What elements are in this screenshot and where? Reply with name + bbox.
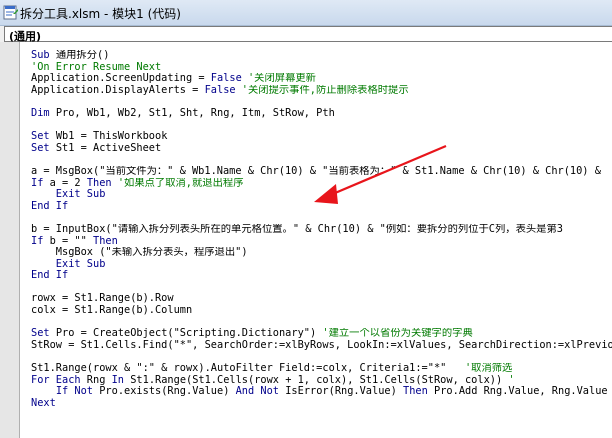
code-token: Application.DisplayAlerts = <box>31 84 205 96</box>
code-keyword: If <box>31 235 50 247</box>
code-keyword: Exit Sub <box>31 258 106 270</box>
code-keyword: False <box>210 73 242 85</box>
code-line[interactable]: StRow = St1.Cells.Find("*", SearchOrder:… <box>31 340 612 352</box>
code-line[interactable]: colx = St1.Range(b).Column <box>31 305 612 317</box>
code-keyword: Set <box>31 328 56 340</box>
code-text[interactable]: Sub 通用拆分() 'On Error Resume Next Applicati… <box>31 50 612 438</box>
code-comment: 'On Error Resume Next <box>31 61 162 73</box>
code-line[interactable]: Set St1 = ActiveSheet <box>31 143 612 155</box>
code-line[interactable] <box>31 351 612 363</box>
code-line[interactable]: 'On Error Resume Next <box>31 62 612 74</box>
code-token: St1 = ActiveSheet <box>55 142 162 154</box>
code-line[interactable]: Exit Sub <box>31 189 612 201</box>
code-token: MsgBox ("未输入拆分表头，程序退出") <box>31 247 248 259</box>
code-token: b = "" <box>49 235 94 247</box>
code-line[interactable]: If Not Pro.exists(Rng.Value) And Not IsE… <box>31 386 612 398</box>
code-comment: '关闭屏幕更新 <box>241 73 316 85</box>
code-line[interactable]: Application.DisplayAlerts = False '关闭提示事… <box>31 85 612 97</box>
code-line[interactable] <box>31 154 612 166</box>
code-comment: '关闭提示事件,防止删除表格时提示 <box>235 84 409 96</box>
code-line[interactable]: MsgBox ("未输入拆分表头，程序退出") <box>31 247 612 259</box>
code-line[interactable]: Dim Pro, Wb1, Wb2, St1, Sht, Rng, Itm, S… <box>31 108 612 120</box>
code-keyword: End If <box>31 200 69 212</box>
code-token: Wb1 = ThisWorkbook <box>55 131 168 143</box>
code-comment: '判 <box>608 386 612 397</box>
code-line[interactable]: End If <box>31 201 612 213</box>
code-line[interactable]: End If <box>31 270 612 282</box>
code-token: b = InputBox("请输入拆分列表头所在的单元格位置。" & Chr(1… <box>31 223 563 235</box>
code-keyword: Dim <box>31 107 56 119</box>
code-line[interactable]: Application.ScreenUpdating = False '关闭屏幕… <box>31 73 612 85</box>
code-line[interactable]: rowx = St1.Range(b).Row <box>31 293 612 305</box>
code-token: St1.Range(St1.Cells(rowx + 1, colx), St1… <box>130 374 503 386</box>
code-line[interactable]: If a = 2 Then '如果点了取消,就退出程序 <box>31 178 612 190</box>
code-line[interactable]: Sub 通用拆分() <box>31 50 612 62</box>
code-keyword: Next <box>31 397 56 409</box>
code-line[interactable]: Exit Sub <box>31 259 612 271</box>
code-token: rowx = St1.Range(b).Row <box>31 293 174 305</box>
code-keyword: Set <box>31 142 56 154</box>
code-keyword: If Not <box>55 386 100 398</box>
code-line[interactable]: Set Wb1 = ThisWorkbook <box>31 131 612 143</box>
code-comment: '取消筛选 <box>458 363 513 375</box>
code-comment: '建立一个以省份为关键字的字典 <box>316 328 473 340</box>
code-token: St1.Range(rowx & ":" & rowx).AutoFilter … <box>31 363 459 375</box>
vba-module-icon <box>3 5 18 20</box>
code-token: Rng <box>86 374 112 386</box>
code-keyword: Then <box>403 386 435 398</box>
margin-indicator-bar[interactable] <box>0 42 20 438</box>
code-line[interactable]: If b = "" Then <box>31 236 612 248</box>
code-keyword: Exit Sub <box>31 189 106 201</box>
code-keyword: And Not <box>235 386 286 398</box>
code-comment: '如果点了取消,就退出程序 <box>111 177 244 189</box>
code-token: Application.ScreenUpdating = <box>31 73 211 85</box>
code-token: Pro.Add Rng.Value, Rng.Value <box>434 386 608 398</box>
code-line[interactable]: Set Pro = CreateObject("Scripting.Dictio… <box>31 328 612 340</box>
object-combo[interactable]: (通用) <box>4 26 612 43</box>
code-line[interactable] <box>31 120 612 132</box>
code-line[interactable] <box>31 96 612 108</box>
code-token: Pro, Wb1, Wb2, St1, Sht, Rng, Itm, StRow… <box>55 107 335 119</box>
code-line[interactable]: a = MsgBox("当前文件为：" & Wb1.Name & Chr(10)… <box>31 166 612 178</box>
code-token: a = MsgBox("当前文件为：" & Wb1.Name & Chr(10)… <box>31 165 601 177</box>
code-line[interactable]: b = InputBox("请输入拆分列表头所在的单元格位置。" & Chr(1… <box>31 224 612 236</box>
code-line[interactable] <box>31 282 612 294</box>
code-token: Pro.exists(Rng.Value) <box>99 386 236 398</box>
code-keyword: If <box>31 177 50 189</box>
code-comment: ' <box>502 374 515 386</box>
code-keyword: Then <box>86 177 112 189</box>
code-token: StRow = St1.Cells.Find("*", SearchOrder:… <box>31 339 612 351</box>
code-keyword: For Each <box>31 374 87 386</box>
code-token: Pro = CreateObject("Scripting.Dictionary… <box>55 328 317 340</box>
window-title: 拆分工具.xlsm - 模块1 (代码) <box>20 7 181 21</box>
code-line[interactable] <box>31 212 612 224</box>
code-line[interactable]: For Each Rng In St1.Range(St1.Cells(rowx… <box>31 375 612 387</box>
code-token: colx = St1.Range(b).Column <box>31 305 193 317</box>
code-keyword: Set <box>31 131 56 143</box>
code-token: 通用拆分() <box>55 50 110 61</box>
code-line[interactable]: St1.Range(rowx & ":" & rowx).AutoFilter … <box>31 363 612 375</box>
title-bar: 拆分工具.xlsm - 模块1 (代码) <box>0 0 612 26</box>
code-keyword: In <box>111 374 131 386</box>
code-token: a = 2 <box>49 177 87 189</box>
code-token: IsError(Rng.Value) <box>285 386 404 398</box>
code-line[interactable]: Next <box>31 398 612 410</box>
code-keyword: False <box>204 84 236 96</box>
code-line[interactable] <box>31 317 612 329</box>
code-keyword: End If <box>31 270 69 282</box>
code-keyword: Sub <box>31 50 56 61</box>
code-keyword: Then <box>93 235 118 247</box>
